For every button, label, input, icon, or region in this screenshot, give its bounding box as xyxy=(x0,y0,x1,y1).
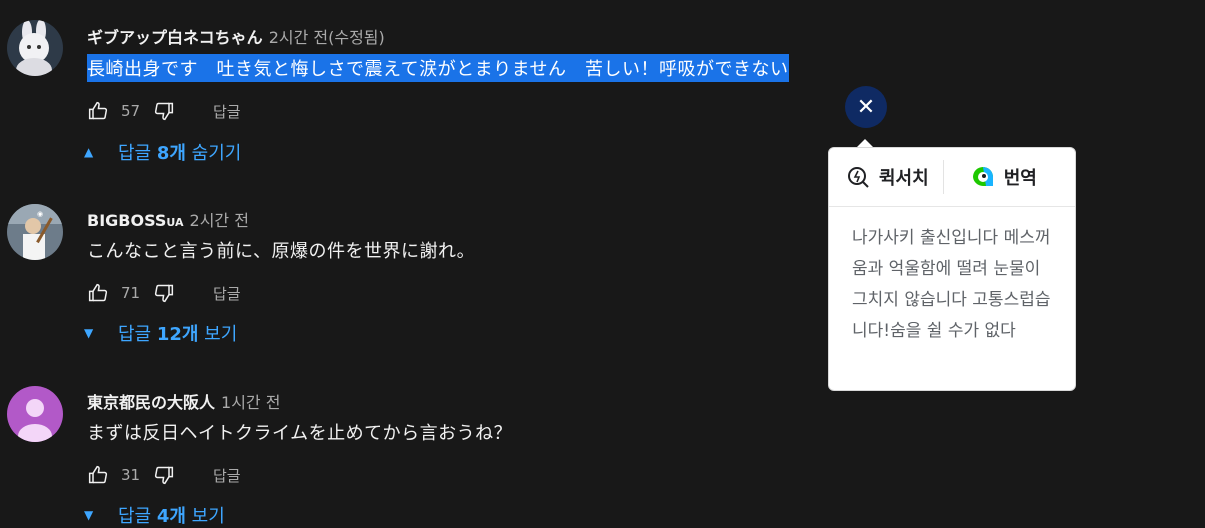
toggle-replies-button[interactable]: ▼ 답글 12개 보기 xyxy=(84,320,237,346)
translation-text: 나가사키 출신입니다 메스꺼움과 억울함에 떨려 눈물이 그치지 않습니다 고통… xyxy=(852,228,1051,341)
replies-prefix: 답글 xyxy=(118,324,157,345)
tab-translate[interactable]: 번역 xyxy=(970,164,1037,190)
comment-actions: 57 답글 xyxy=(87,100,241,122)
toggle-replies-button[interactable]: ▲ 답글 8개 숨기기 xyxy=(84,139,241,165)
caret-up-icon: ▲ xyxy=(84,145,94,159)
comment-text: まずは反日ヘイトクライムを止めてから言おうね？ xyxy=(87,423,513,444)
replies-count: 12개 xyxy=(156,324,199,345)
papago-translate-icon xyxy=(970,164,996,190)
replies-action: 숨기기 xyxy=(185,143,242,164)
comment-time[interactable]: 2시간 전(수정됨) xyxy=(269,28,385,47)
popup-tabs: 퀵서치 번역 xyxy=(829,148,1075,207)
like-count: 31 xyxy=(121,466,141,484)
tab-quick-search[interactable]: 퀵서치 xyxy=(845,164,929,190)
thumbs-down-icon[interactable] xyxy=(153,464,175,486)
author-suffix: UA xyxy=(166,216,184,229)
comment-actions: 71 답글 xyxy=(87,282,241,304)
tab-label: 번역 xyxy=(1003,168,1037,189)
avatar[interactable]: ◉ xyxy=(7,204,63,260)
quick-search-icon xyxy=(845,164,871,190)
like-count: 57 xyxy=(121,102,141,120)
reply-button[interactable]: 답글 xyxy=(213,283,241,304)
avatar[interactable] xyxy=(7,20,63,76)
comment-actions: 31 답글 xyxy=(87,464,241,486)
svg-text:◉: ◉ xyxy=(37,210,43,218)
comment-text: 長崎出身です 吐き気と悔しさで震えて涙がとまりません 苦しい！呼吸ができない xyxy=(87,54,789,82)
thumbs-up-icon[interactable] xyxy=(87,282,109,304)
translation-popup: 퀵서치 번역 나가사키 출신입니다 메스꺼움과 억울함에 떨려 눈물이 그치지 … xyxy=(828,147,1076,391)
comment-time[interactable]: 2시간 전 xyxy=(190,211,249,230)
caret-down-icon: ▼ xyxy=(84,508,94,522)
replies-prefix: 답글 xyxy=(118,506,157,527)
author-name-text: BIGBOSS xyxy=(87,211,167,230)
close-popup-button[interactable]: ✕ xyxy=(845,86,887,128)
thumbs-down-icon[interactable] xyxy=(153,282,175,304)
thumbs-down-icon[interactable] xyxy=(153,100,175,122)
replies-count: 4개 xyxy=(156,506,186,527)
replies-action: 보기 xyxy=(198,324,238,345)
author-name[interactable]: ギブアップ白ネコちゃん xyxy=(87,28,263,47)
reply-button[interactable]: 답글 xyxy=(213,101,241,122)
comment-text: こんなこと言う前に、原爆の件を世界に謝れ。 xyxy=(87,241,476,262)
replies-count: 8개 xyxy=(156,143,186,164)
replies-prefix: 답글 xyxy=(118,143,157,164)
author-name[interactable]: BIGBOSSUA xyxy=(87,211,184,230)
caret-down-icon: ▼ xyxy=(84,326,94,340)
reply-button[interactable]: 답글 xyxy=(213,465,241,486)
thumbs-up-icon[interactable] xyxy=(87,100,109,122)
toggle-replies-button[interactable]: ▼ 답글 4개 보기 xyxy=(84,502,225,528)
author-name[interactable]: 東京都民の大阪人 xyxy=(87,393,215,412)
close-x-icon: ✕ xyxy=(856,94,876,120)
replies-action: 보기 xyxy=(185,506,225,527)
tab-divider xyxy=(942,160,944,194)
comment-time[interactable]: 1시간 전 xyxy=(221,393,280,412)
avatar[interactable] xyxy=(7,386,63,442)
like-count: 71 xyxy=(121,284,141,302)
tab-label: 퀵서치 xyxy=(879,168,929,189)
thumbs-up-icon[interactable] xyxy=(87,464,109,486)
